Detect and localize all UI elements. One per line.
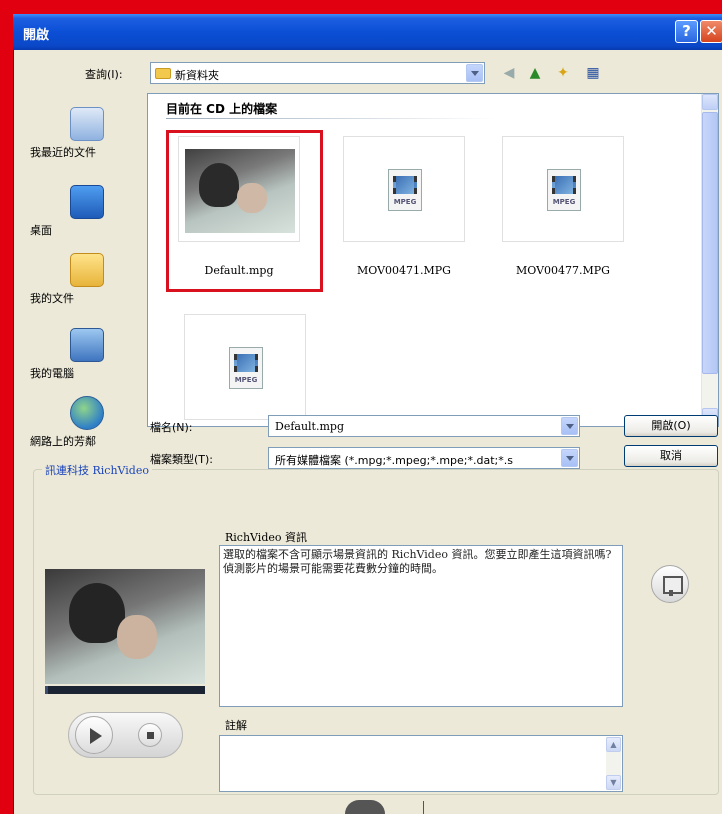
help-button[interactable]: ? <box>675 20 698 43</box>
my-documents-folder-icon <box>69 253 104 287</box>
scene-detect-icon[interactable] <box>651 565 689 603</box>
places-my-computer-label: 我的電腦 <box>30 367 74 380</box>
mpeg-file-icon: MPEG <box>229 347 263 389</box>
filetype-value: 所有媒體檔案 (*.mpg;*.mpeg;*.mpe;*.dat;*.s <box>275 454 513 467</box>
section-divider <box>166 118 496 119</box>
places-network-label: 網路上的芳鄰 <box>30 435 96 448</box>
stop-icon[interactable] <box>138 723 162 747</box>
places-desktop[interactable]: 桌面 <box>30 185 143 237</box>
mpeg-tag: MPEG <box>393 198 417 206</box>
divider-fragment <box>423 801 424 814</box>
lookin-combo[interactable]: 新資料夾 <box>150 62 485 84</box>
file-name-mov00477[interactable]: MOV00477.MPG <box>488 264 638 277</box>
title-bar[interactable]: 開啟 ? ✕ <box>13 14 722 50</box>
places-my-computer[interactable]: 我的電腦 <box>30 328 143 380</box>
video-preview <box>45 569 205 684</box>
notes-label: 註解 <box>225 719 247 732</box>
film-strip-icon <box>552 176 576 194</box>
network-places-icon <box>69 396 104 430</box>
film-strip-icon <box>393 176 417 194</box>
filename-value: Default.mpg <box>275 420 344 433</box>
places-my-documents-label: 我的文件 <box>30 292 74 305</box>
notes-textarea[interactable]: ▲ ▼ <box>219 735 623 792</box>
scroll-up-icon[interactable]: ▲ <box>606 737 621 752</box>
file-thumbnail-mov00471[interactable]: MPEG <box>343 136 465 242</box>
places-bar: 我最近的文件 桌面 我的文件 我的電腦 網路上的芳鄰 <box>30 93 143 453</box>
lookin-value: 新資料夾 <box>175 69 219 82</box>
filetype-label: 檔案類型(T): <box>150 453 214 466</box>
new-folder-icon[interactable]: ✦ <box>552 62 574 84</box>
file-name-mov00471[interactable]: MOV00471.MPG <box>329 264 479 277</box>
places-network[interactable]: 網路上的芳鄰 <box>30 396 143 448</box>
playback-controls <box>68 712 183 758</box>
places-desktop-label: 桌面 <box>30 224 52 237</box>
file-thumbnail-mov00477[interactable]: MPEG <box>502 136 624 242</box>
desktop-icon <box>69 185 104 219</box>
file-thumbnail-fourth[interactable]: MPEG <box>184 314 306 420</box>
richvideo-info-label: RichVideo 資訊 <box>225 531 307 544</box>
back-icon[interactable]: ◀ <box>498 62 520 84</box>
film-strip-icon <box>234 354 258 372</box>
chevron-down-icon[interactable] <box>466 64 483 82</box>
up-folder-icon[interactable]: ▲ <box>524 62 546 84</box>
scroll-down-icon[interactable]: ▼ <box>606 775 621 790</box>
filename-input[interactable]: Default.mpg <box>268 415 580 437</box>
richvideo-group-title: 訊連科技 RichVideo <box>42 462 152 478</box>
richvideo-info-text: 選取的檔案不含可顯示場景資訊的 RichVideo 資訊。您要立即產生這項資訊嗎… <box>219 545 623 707</box>
file-list-scrollbar[interactable] <box>701 94 718 426</box>
scrollbar-thumb[interactable] <box>702 112 718 374</box>
chevron-down-icon[interactable] <box>561 449 578 467</box>
cancel-button[interactable]: 取消 <box>624 445 718 467</box>
mpeg-tag: MPEG <box>552 198 576 206</box>
open-button[interactable]: 開啟(O) <box>624 415 718 437</box>
lookin-label: 查詢(I): <box>85 68 123 81</box>
scroll-up-icon[interactable] <box>702 94 718 110</box>
selection-highlight-frame <box>166 130 323 292</box>
chevron-down-icon[interactable] <box>561 417 578 435</box>
mpeg-tag: MPEG <box>234 376 258 384</box>
mpeg-file-icon: MPEG <box>547 169 581 211</box>
preview-progress-fill <box>45 686 49 694</box>
filetype-select[interactable]: 所有媒體檔案 (*.mpg;*.mpeg;*.mpe;*.dat;*.s <box>268 447 580 469</box>
file-section-header: 目前在 CD 上的檔案 <box>166 102 278 116</box>
preview-progress-bar[interactable] <box>45 686 205 694</box>
my-computer-icon <box>69 328 104 362</box>
folder-icon <box>155 68 171 79</box>
notes-scrollbar[interactable]: ▲ ▼ <box>606 737 621 790</box>
mpeg-file-icon: MPEG <box>388 169 422 211</box>
window-title: 開啟 <box>23 28 50 43</box>
places-recent-label: 我最近的文件 <box>30 146 96 159</box>
places-my-documents[interactable]: 我的文件 <box>30 253 143 305</box>
recent-documents-icon <box>69 107 104 141</box>
views-menu-icon[interactable]: ▦ <box>582 62 604 84</box>
close-button[interactable]: ✕ <box>700 20 722 43</box>
cursor-fragment <box>345 800 385 814</box>
play-icon[interactable] <box>75 716 113 754</box>
places-recent[interactable]: 我最近的文件 <box>30 107 143 159</box>
filename-label: 檔名(N): <box>150 421 193 434</box>
